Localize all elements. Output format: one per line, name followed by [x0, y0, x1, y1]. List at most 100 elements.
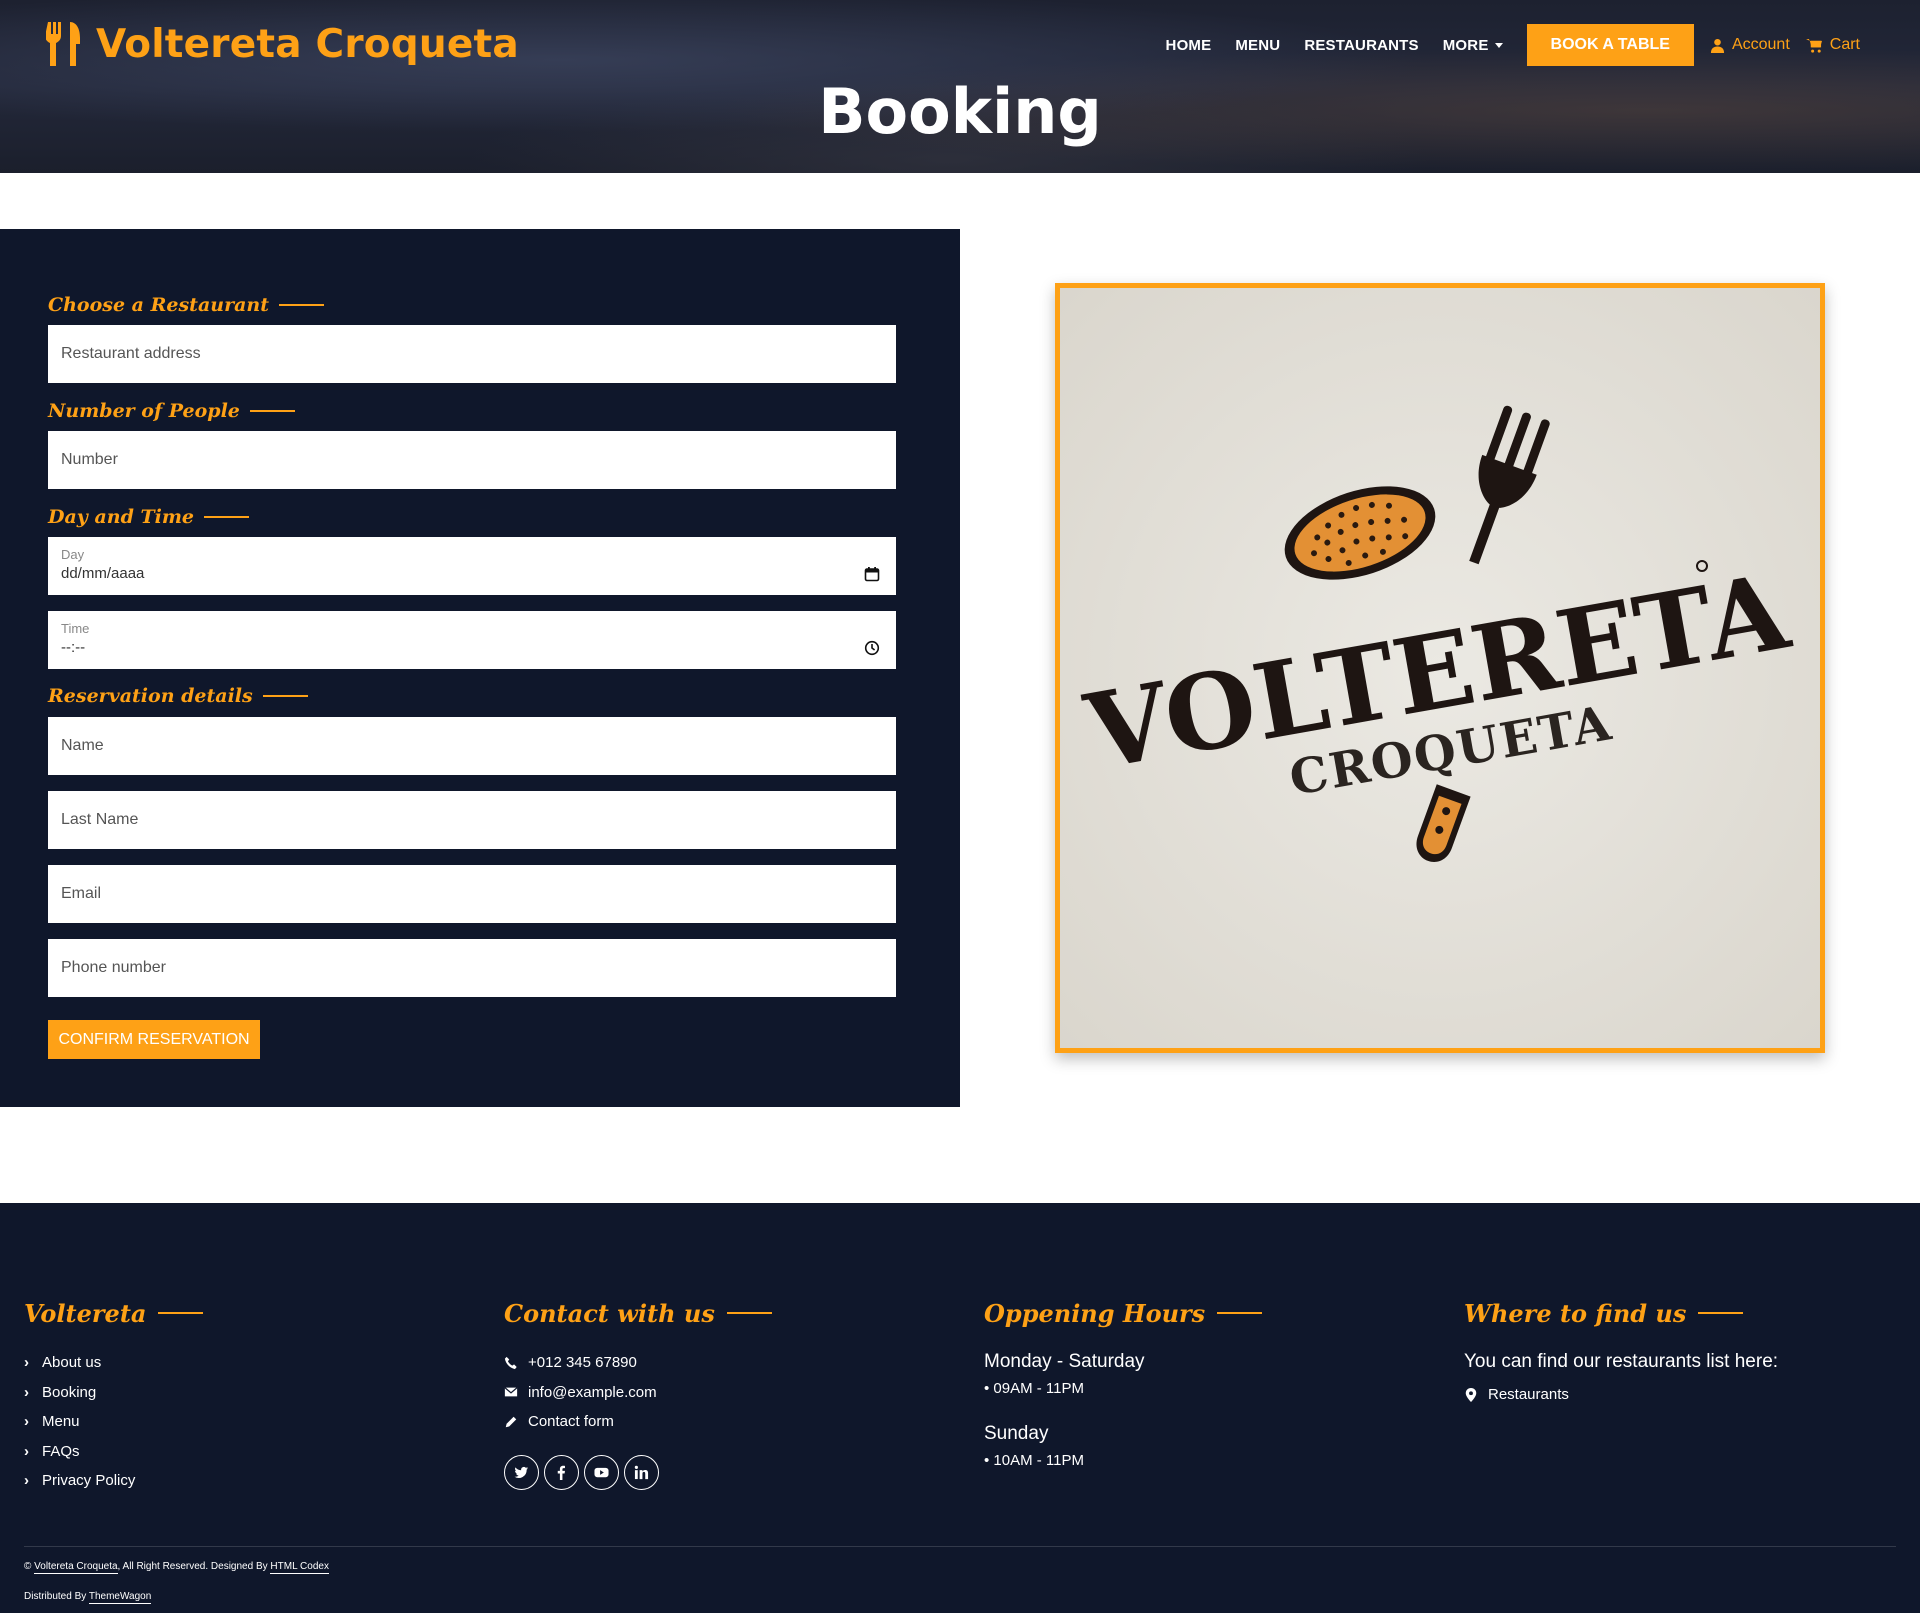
people-number-input[interactable]: Number	[48, 431, 896, 489]
account-link[interactable]: Account	[1710, 36, 1790, 54]
people-heading: Number of People	[48, 396, 295, 426]
footer-heading-text: Contact with us	[504, 1298, 715, 1328]
footer-col-voltereta: Voltereta › About us › Booking › Menu › FAQs…	[24, 1295, 204, 1489]
copyright-brand-link[interactable]: Voltereta Croqueta	[34, 1561, 118, 1574]
clock-icon[interactable]	[864, 640, 880, 656]
nav-home[interactable]: HOME	[1166, 37, 1212, 54]
chevron-right-icon: ›	[24, 1472, 29, 1490]
phone-input[interactable]: Phone number	[48, 939, 896, 997]
cart-icon	[1805, 38, 1822, 53]
contact-email[interactable]: info@example.com	[504, 1378, 657, 1408]
location-list: You can find our restaurants list here: …	[1464, 1348, 1778, 1410]
distribution-line: Distributed By ThemeWagon	[24, 1591, 152, 1604]
distributor-link[interactable]: ThemeWagon	[88, 1591, 152, 1604]
link-label: Privacy Policy	[42, 1472, 136, 1490]
footer-heading-text: Where to find us	[1464, 1298, 1687, 1328]
datetime-heading: Day and Time	[48, 502, 250, 532]
linkedin-icon[interactable]	[624, 1455, 659, 1490]
envelope-icon	[504, 1387, 518, 1397]
footer-link-booking[interactable]: › Booking	[24, 1378, 135, 1408]
distributed-text: Distributed By	[24, 1591, 87, 1602]
footer-heading-text: Voltereta	[24, 1298, 147, 1328]
nav-restaurants[interactable]: RESTAURANTS	[1304, 37, 1418, 54]
details-heading-text: Reservation details	[48, 685, 253, 707]
heading-divider	[249, 410, 295, 412]
chevron-right-icon: ›	[24, 1383, 29, 1401]
contact-form-link[interactable]: Contact form	[504, 1407, 657, 1437]
copyright-line: © Voltereta Croqueta, All Right Reserved…	[24, 1561, 329, 1574]
footer-links: › About us › Booking › Menu › FAQs › Privacy …	[24, 1348, 135, 1496]
contact-list: +012 345 67890 info@example.com Contact …	[504, 1348, 657, 1437]
twitter-icon[interactable]	[504, 1455, 539, 1490]
hero-header: Voltereta Croqueta HOME MENU RESTAURANTS…	[0, 0, 1920, 173]
confirm-reservation-button[interactable]: CONFIRM RESERVATION	[48, 1020, 260, 1059]
last-name-input[interactable]: Last Name	[48, 791, 896, 849]
calendar-icon[interactable]	[864, 566, 880, 582]
nav-more-dropdown[interactable]: MORE	[1443, 37, 1503, 54]
contact-phone[interactable]: +012 345 67890	[504, 1348, 657, 1378]
voltereta-logo-image: VOLTERETA CROQUETA	[1055, 283, 1825, 1053]
brand-logo[interactable]: Voltereta Croqueta	[46, 20, 519, 68]
book-table-button[interactable]: BOOK A TABLE	[1526, 24, 1694, 66]
hours-time-sunday: • 10AM - 11PM	[984, 1451, 1085, 1469]
contact-form-text: Contact form	[528, 1413, 614, 1431]
hours-day-sunday: Sunday	[984, 1423, 1049, 1444]
account-label: Account	[1731, 36, 1790, 53]
fork-handle-icon	[1416, 784, 1471, 862]
cart-link[interactable]: Cart	[1805, 36, 1860, 54]
croqueta-icon	[1284, 486, 1436, 580]
footer-col-hours: Oppening Hours Monday - Saturday • 09AM …	[984, 1295, 1263, 1469]
link-label: FAQs	[42, 1442, 80, 1460]
copyright-symbol: ©	[24, 1561, 32, 1572]
pencil-icon	[505, 1416, 517, 1427]
datetime-heading-text: Day and Time	[48, 506, 195, 528]
footer-heading: Oppening Hours	[984, 1295, 1263, 1331]
chevron-right-icon: ›	[24, 1442, 29, 1460]
social-links	[504, 1455, 659, 1490]
chevron-right-icon: ›	[24, 1413, 29, 1431]
restaurant-heading-text: Choose a Restaurant	[48, 294, 269, 316]
name-placeholder: Name	[61, 737, 104, 754]
copyright-text: , All Right Reserved. Designed By	[117, 1561, 268, 1572]
fork-icon	[1469, 405, 1550, 565]
user-icon	[1710, 38, 1725, 53]
restaurants-link[interactable]: Restaurants	[1464, 1380, 1778, 1410]
link-label: About us	[42, 1354, 102, 1372]
contact-phone-text: +012 345 67890	[528, 1354, 637, 1372]
day-input[interactable]: Day dd/mm/aaaa	[48, 537, 896, 595]
nav-more-label: MORE	[1442, 36, 1489, 54]
hours-time-weekdays: • 09AM - 11PM	[984, 1379, 1085, 1397]
people-heading-text: Number of People	[48, 400, 240, 422]
footer-heading: Contact with us	[504, 1295, 772, 1331]
main-nav: HOME MENU RESTAURANTS MORE BOOK A TABLE …	[1142, 24, 1860, 66]
footer-heading-text: Oppening Hours	[984, 1298, 1206, 1328]
restaurant-address-placeholder: Restaurant address	[61, 345, 201, 362]
footer-link-faqs[interactable]: › FAQs	[24, 1437, 135, 1467]
email-placeholder: Email	[61, 885, 102, 902]
email-input[interactable]: Email	[48, 865, 896, 923]
chevron-right-icon: ›	[24, 1354, 29, 1372]
heading-divider	[204, 516, 250, 518]
youtube-icon[interactable]	[584, 1455, 619, 1490]
time-value: --:--	[61, 639, 86, 656]
nav-menu[interactable]: MENU	[1235, 37, 1280, 54]
footer-link-about[interactable]: › About us	[24, 1348, 135, 1378]
facebook-icon[interactable]	[544, 1455, 579, 1490]
heading-divider	[1217, 1312, 1263, 1314]
restaurants-link-text: Restaurants	[1488, 1386, 1569, 1404]
heading-divider	[262, 695, 308, 697]
hours-list: Monday - Saturday • 09AM - 11PM Sunday •…	[984, 1348, 1145, 1472]
cart-label: Cart	[1829, 36, 1860, 53]
designer-link[interactable]: HTML Codex	[270, 1561, 329, 1574]
map-marker-icon	[1465, 1387, 1477, 1402]
link-label: Booking	[42, 1383, 97, 1401]
time-input[interactable]: Time --:--	[48, 611, 896, 669]
restaurant-address-input[interactable]: Restaurant address	[48, 325, 896, 383]
link-label: Menu	[42, 1413, 80, 1431]
heading-divider	[279, 304, 324, 306]
footer-link-menu[interactable]: › Menu	[24, 1407, 135, 1437]
footer-link-privacy[interactable]: › Privacy Policy	[24, 1466, 135, 1496]
name-input[interactable]: Name	[48, 717, 896, 775]
utensils-icon	[46, 22, 80, 66]
heading-divider	[158, 1312, 204, 1314]
